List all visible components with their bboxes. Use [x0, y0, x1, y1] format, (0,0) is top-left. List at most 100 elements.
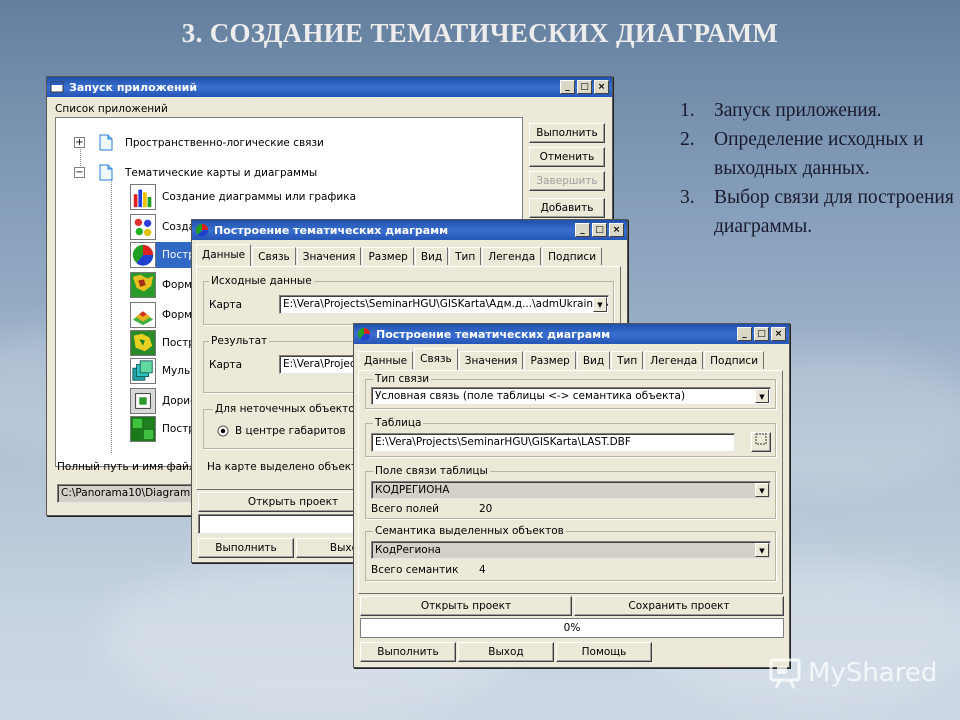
expand-icon[interactable]: +: [74, 137, 85, 148]
tab-panel: Тип связи Условная связь (поле таблицы <…: [358, 370, 783, 594]
tab-size[interactable]: Размер: [524, 351, 576, 369]
maximize-button[interactable]: □: [577, 80, 592, 94]
minimize-button[interactable]: _: [575, 223, 590, 237]
tab-size[interactable]: Размер: [362, 247, 414, 265]
browse-button[interactable]: [751, 432, 771, 452]
progress-bar: 0%: [360, 618, 784, 638]
steps-list: 1. Запуск приложения. 2. Определение исход…: [674, 96, 954, 241]
window-title: Запуск приложений: [69, 80, 198, 94]
tab-legend[interactable]: Легенда: [644, 351, 704, 369]
run-button[interactable]: Выполнить: [529, 123, 605, 143]
projector-icon: [769, 658, 801, 689]
tab-link[interactable]: Связь: [252, 247, 296, 265]
map-icon: [130, 272, 156, 298]
app-list-label: Список приложений: [55, 103, 168, 115]
save-project-button[interactable]: Сохранить проект: [574, 596, 784, 616]
step-item: 1. Запуск приложения.: [680, 100, 882, 121]
link-type-select[interactable]: Условная связь (поле таблицы <-> семанти…: [371, 387, 771, 405]
tab-bar: Данные Связь Значения Размер Вид Тип Лег…: [358, 348, 765, 370]
tab-data[interactable]: Данные: [196, 244, 252, 266]
open-project-button[interactable]: Открыть проект: [360, 596, 572, 616]
tab-view[interactable]: Вид: [414, 247, 449, 265]
tree-node-spatial-links[interactable]: + Пространственно-логические связи: [74, 134, 324, 151]
run-button[interactable]: Выполнить: [198, 538, 294, 558]
fuzzy-objects-title: Для неточечных объектов о: [213, 403, 373, 415]
window-title: Построение тематических диаграмм: [214, 223, 449, 237]
maximize-button[interactable]: □: [754, 327, 769, 341]
app-launcher-titlebar[interactable]: Запуск приложений _ □ ×: [47, 77, 612, 97]
map-icon: [130, 330, 156, 356]
exit-button[interactable]: Выход: [458, 642, 554, 662]
chevron-down-icon[interactable]: ▼: [755, 483, 769, 497]
bar-chart-icon: [130, 184, 156, 210]
close-button[interactable]: ×: [771, 327, 786, 341]
radio-selected-icon[interactable]: [217, 425, 229, 437]
tab-view[interactable]: Вид: [576, 351, 611, 369]
diagram-window-link: Построение тематических диаграмм _ □ × Д…: [353, 323, 790, 668]
tab-link[interactable]: Связь: [414, 348, 458, 370]
browse-icon: [755, 433, 767, 445]
tree-item-form-2[interactable]: Форми: [130, 302, 199, 328]
tab-legend[interactable]: Легенда: [482, 247, 542, 265]
finish-button[interactable]: Завершить: [529, 171, 605, 191]
tree-item-create-chart[interactable]: Создание диаграммы или графика: [130, 184, 356, 210]
add-button[interactable]: Добавить: [529, 198, 605, 218]
diagram-titlebar[interactable]: Построение тематических диаграмм _ □ ×: [192, 220, 627, 240]
palette-icon: [130, 214, 156, 240]
document-icon: [99, 134, 113, 151]
diagram-titlebar[interactable]: Построение тематических диаграмм _ □ ×: [354, 324, 789, 344]
watermark: MyShared: [768, 656, 937, 690]
close-button[interactable]: ×: [609, 223, 624, 237]
tab-type[interactable]: Тип: [449, 247, 482, 265]
step-item: 2. Определение исходных и выходных данных…: [680, 129, 924, 179]
total-fields-value: 20: [479, 503, 493, 515]
tab-captions[interactable]: Подписи: [704, 351, 765, 369]
close-button[interactable]: ×: [594, 80, 609, 94]
tree-item-form[interactable]: Форми: [130, 272, 199, 298]
frame-icon: [130, 388, 156, 414]
result-map-label: Карта: [209, 359, 243, 371]
semantics-title: Семантика выделенных объектов: [373, 525, 566, 537]
pie-chart-icon: [358, 328, 371, 341]
chevron-down-icon[interactable]: ▼: [755, 389, 769, 403]
minimize-button[interactable]: _: [737, 327, 752, 341]
layers-icon: [130, 358, 156, 384]
step-item: 3. Выбор связи для построения диаграммы.: [680, 187, 954, 237]
tab-data[interactable]: Данные: [358, 351, 414, 369]
grid-icon: [130, 416, 156, 442]
window-title: Построение тематических диаграмм: [376, 327, 611, 341]
slide-title: 3. СОЗДАНИЕ ТЕМАТИЧЕСКИХ ДИАГРАММ: [181, 18, 779, 48]
window-icon: [50, 81, 64, 93]
tab-type[interactable]: Тип: [611, 351, 644, 369]
minimize-button[interactable]: _: [560, 80, 575, 94]
chevron-down-icon[interactable]: ▼: [755, 543, 769, 557]
total-fields-label: Всего полей: [371, 503, 439, 515]
result-title: Результат: [209, 335, 270, 347]
link-field-select[interactable]: КОДРЕГИОНА ▼: [371, 481, 771, 499]
total-semantics-label: Всего семантик: [371, 564, 459, 576]
help-button[interactable]: Помощь: [556, 642, 652, 662]
link-type-title: Тип связи: [373, 373, 432, 385]
tab-captions[interactable]: Подписи: [542, 247, 603, 265]
path-field[interactable]: C:\Panorama10\Diagram.dll: [57, 484, 197, 503]
tab-values[interactable]: Значения: [458, 351, 524, 369]
document-icon: [99, 164, 113, 181]
link-field-title: Поле связи таблицы: [373, 465, 490, 477]
source-data-title: Исходные данные: [209, 275, 314, 287]
pie-chart-icon: [130, 242, 156, 268]
map-label: Карта: [209, 299, 243, 311]
maximize-button[interactable]: □: [592, 223, 607, 237]
table-path-field[interactable]: E:\Vera\Projects\SeminarHGU\GISKarta\LAS…: [371, 433, 735, 452]
run-button[interactable]: Выполнить: [360, 642, 456, 662]
terrain-icon: [130, 302, 156, 328]
cancel-button[interactable]: Отменить: [529, 147, 605, 167]
chevron-down-icon[interactable]: ▼: [593, 297, 607, 312]
source-map-select[interactable]: E:\Vera\Projects\SeminarHGU\GISKarta\Адм…: [279, 295, 609, 314]
semantics-select[interactable]: КодРегиона ▼: [371, 541, 771, 559]
collapse-icon[interactable]: −: [74, 167, 85, 178]
radio-center[interactable]: В центре габаритов: [217, 425, 346, 437]
pie-chart-icon: [196, 224, 209, 237]
tab-values[interactable]: Значения: [296, 247, 362, 265]
selected-objects-label: На карте выделено объектов: [207, 461, 370, 473]
tree-node-thematic-maps[interactable]: − Тематические карты и диаграммы: [74, 164, 317, 181]
